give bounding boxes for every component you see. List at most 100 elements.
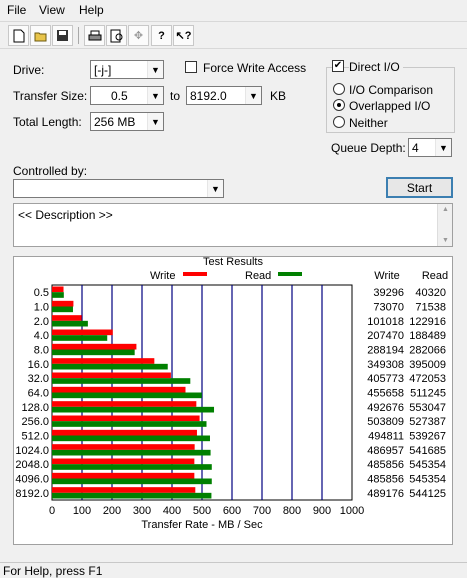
transfer-size-label: Transfer Size: (13, 89, 88, 103)
status-text: For Help, press F1 (3, 564, 103, 578)
x-tick-label: 300 (133, 505, 151, 517)
drive-value: [-j-] (94, 63, 112, 77)
read-value: 539267 (409, 431, 446, 443)
menu-view[interactable]: View (39, 3, 65, 17)
read-value: 122916 (409, 316, 446, 328)
neither-radio[interactable] (333, 116, 345, 128)
read-bar (52, 378, 191, 384)
x-tick-label: 900 (313, 505, 331, 517)
read-bar (52, 464, 212, 470)
read-bar (52, 349, 135, 356)
read-value: 395009 (409, 359, 446, 371)
write-value: 503809 (367, 416, 404, 428)
write-value: 455658 (367, 388, 404, 400)
read-value: 511245 (410, 388, 446, 400)
write-value: 73070 (373, 302, 404, 314)
menu-bar: File View Help (0, 0, 467, 20)
y-tick-label: 128.0 (21, 402, 49, 414)
queue-depth-label: Queue Depth: (331, 141, 406, 155)
transfer-size-from-value: 0.5 (111, 89, 128, 103)
drive-label: Drive: (13, 63, 45, 77)
read-value: 545354 (409, 474, 446, 486)
overlapped-io-radio[interactable] (333, 99, 345, 111)
read-bar (52, 292, 64, 298)
write-bar (52, 487, 196, 493)
io-comparison-label: I/O Comparison (349, 83, 434, 97)
direct-io-label: Direct I/O (349, 60, 403, 74)
transfer-size-to-value: 8192.0 (190, 89, 227, 103)
x-tick-label: 500 (193, 505, 211, 517)
write-bar (52, 286, 64, 293)
x-tick-label: 400 (163, 505, 181, 517)
x-axis-label: Transfer Rate - MB / Sec (141, 519, 263, 531)
write-value: 492676 (367, 402, 404, 414)
chevron-down-icon: ▼ (147, 87, 163, 104)
chevron-down-icon: ▼ (147, 61, 163, 78)
help-icon[interactable]: ? (151, 25, 172, 46)
toolbar: ✥ ? ↖? (0, 21, 467, 49)
x-tick-label: 600 (223, 505, 241, 517)
move-icon: ✥ (128, 25, 149, 46)
queue-depth-select[interactable]: 4 ▼ (408, 138, 452, 157)
write-value: 485856 (367, 474, 404, 486)
open-icon[interactable] (30, 25, 51, 46)
transfer-size-to-select[interactable]: 8192.0 ▼ (186, 86, 262, 105)
test-results-chart: Test Results Write Read 0 100 200 300 400 500 600… (15, 256, 448, 531)
total-length-select[interactable]: 256 MB ▼ (90, 112, 164, 131)
y-tick-label: 8.0 (34, 345, 49, 357)
write-bar (52, 300, 74, 307)
read-bar (52, 449, 211, 456)
x-tick-label: 0 (49, 505, 55, 517)
drive-select[interactable]: [-j-] ▼ (90, 60, 164, 79)
force-write-checkbox[interactable] (185, 61, 197, 73)
x-tick-label: 700 (253, 505, 271, 517)
scroll-up-icon[interactable]: ▲ (442, 206, 449, 213)
test-results-panel: Test Results Write Read 0 100 200 300 400 500 600… (13, 256, 453, 545)
y-tick-label: 512.0 (21, 431, 49, 443)
start-button[interactable]: Start (386, 177, 453, 198)
write-bar (52, 458, 195, 465)
status-bar: For Help, press F1 (0, 562, 467, 578)
write-column-header: Write (374, 270, 399, 282)
menu-file[interactable]: File (7, 3, 26, 17)
print-preview-icon[interactable] (106, 25, 127, 46)
chevron-down-icon: ▼ (245, 87, 261, 104)
print-icon[interactable] (84, 25, 105, 46)
transfer-size-unit: KB (270, 89, 287, 103)
x-tick-label: 1000 (340, 505, 364, 517)
read-bar (52, 421, 207, 427)
write-value: 494811 (368, 431, 404, 443)
overlapped-io-label: Overlapped I/O (349, 99, 431, 113)
controlled-by-label: Controlled by: (13, 164, 88, 178)
read-value: 188489 (409, 330, 446, 342)
new-icon[interactable] (8, 25, 29, 46)
save-icon[interactable] (52, 25, 73, 46)
description-box[interactable]: << Description >> ▲ ▼ (13, 203, 453, 247)
chevron-down-icon: ▼ (207, 180, 223, 197)
total-length-value: 256 MB (94, 115, 136, 129)
write-bar (52, 444, 195, 450)
y-tick-label: 1024.0 (15, 445, 49, 457)
x-tick-label: 800 (283, 505, 301, 517)
description-scrollbar[interactable]: ▲ ▼ (437, 204, 452, 246)
read-value: 553047 (409, 402, 446, 414)
read-value: 282066 (409, 345, 446, 357)
y-tick-label: 256.0 (21, 416, 49, 428)
io-comparison-radio[interactable] (333, 83, 345, 95)
controlled-by-select[interactable]: ▼ (13, 179, 224, 198)
direct-io-checkbox[interactable]: ✔ (332, 60, 344, 72)
scroll-down-icon[interactable]: ▼ (442, 237, 449, 244)
write-value: 207470 (367, 330, 404, 342)
menu-help[interactable]: Help (79, 3, 104, 17)
read-value: 541685 (409, 445, 446, 457)
transfer-size-from-select[interactable]: 0.5 ▼ (90, 86, 164, 105)
write-bar (52, 372, 171, 379)
read-bar (52, 492, 212, 499)
read-bar (52, 435, 210, 442)
write-value: 485856 (367, 459, 404, 471)
context-help-icon[interactable]: ↖? (173, 25, 194, 46)
write-bar (52, 429, 197, 436)
write-bar (52, 415, 200, 422)
read-bar (52, 478, 212, 485)
read-value: 71538 (415, 302, 446, 314)
